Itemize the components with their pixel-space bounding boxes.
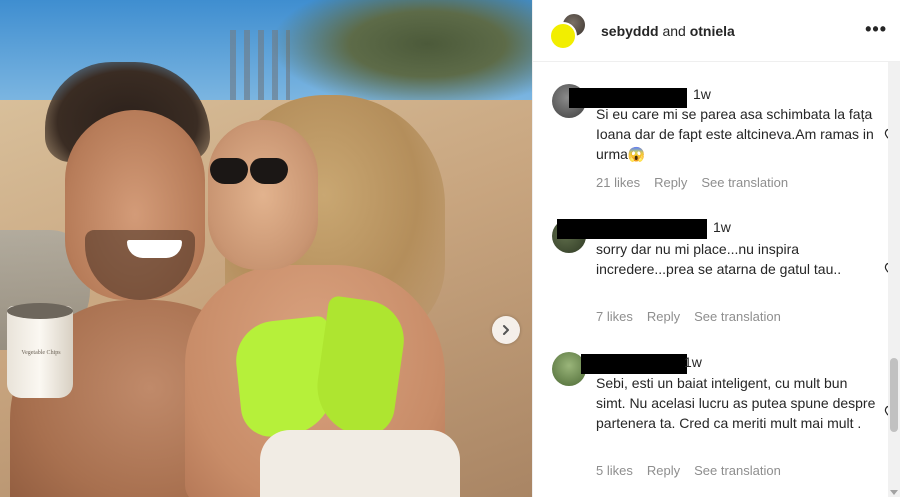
likes-count[interactable]: 21 likes (596, 175, 640, 190)
see-translation-link[interactable]: See translation (701, 175, 788, 190)
scrollbar-thumb[interactable] (890, 358, 898, 432)
redacted-username (581, 354, 687, 374)
reply-button[interactable]: Reply (647, 309, 680, 324)
white-skirt (260, 430, 460, 497)
reply-button[interactable]: Reply (654, 175, 687, 190)
see-translation-link[interactable]: See translation (694, 309, 781, 324)
avatar-highlight (549, 21, 577, 50)
comment-actions: 21 likes Reply See translation (596, 175, 788, 190)
see-translation-link[interactable]: See translation (694, 463, 781, 478)
post-authors: sebyddd and otniela (601, 23, 735, 39)
comment-item: 1w sorry dar nu mi place...nu inspira in… (533, 215, 889, 335)
redacted-username (557, 219, 707, 239)
post-side-panel: sebyddd and otniela ••• 1w Si eu care mi… (532, 0, 900, 497)
cup-label: Vegetable Chips (21, 350, 61, 356)
palm-trees (270, 0, 532, 110)
next-photo-button[interactable] (492, 316, 520, 344)
comments-scrollbar[interactable] (888, 62, 900, 497)
comment-actions: 7 likes Reply See translation (596, 309, 781, 324)
authors-conjunction: and (662, 22, 686, 39)
author-link-2[interactable]: otniela (690, 23, 735, 39)
post-header: sebyddd and otniela ••• (533, 0, 900, 62)
comment-text: sorry dar nu mi place...nu inspira incre… (596, 241, 842, 277)
comment-actions: 5 likes Reply See translation (596, 463, 781, 478)
more-options-icon[interactable]: ••• (865, 20, 887, 38)
cup-lid (7, 303, 73, 319)
chevron-right-icon (503, 325, 509, 335)
comment-text: Sebi, esti un baiat inteligent, cu mult … (596, 375, 876, 431)
comment-time: 1w (684, 354, 702, 370)
collab-avatars[interactable] (549, 11, 587, 50)
woman-face (208, 120, 318, 270)
comment-item: 1w Si eu care mi se parea asa schimbata … (533, 80, 889, 200)
post-photo[interactable]: Vegetable Chips (0, 0, 532, 497)
man-smile (127, 240, 182, 258)
likes-count[interactable]: 5 likes (596, 463, 633, 478)
comment-time: 1w (693, 86, 711, 102)
comment-time: 1w (713, 219, 731, 235)
reply-button[interactable]: Reply (647, 463, 680, 478)
scroll-down-arrow-icon[interactable] (890, 490, 898, 495)
sunglasses (210, 158, 290, 188)
comments-list: 1w Si eu care mi se parea asa schimbata … (533, 62, 889, 497)
comment-text: Si eu care mi se parea asa schimbata la … (596, 106, 874, 162)
comment-item: 1w Sebi, esti un baiat inteligent, cu mu… (533, 350, 889, 490)
likes-count[interactable]: 7 likes (596, 309, 633, 324)
author-link-1[interactable]: sebyddd (601, 23, 659, 39)
